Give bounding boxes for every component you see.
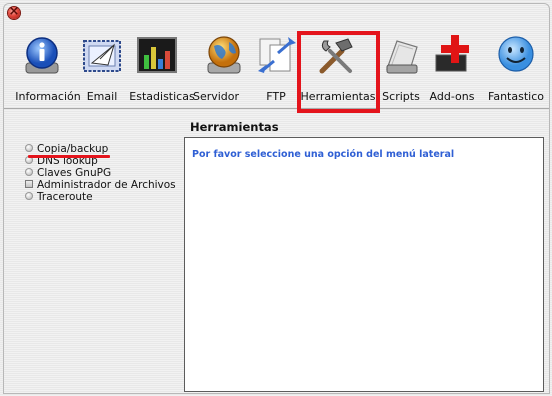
toolbar-item-scripts[interactable]: Scripts: [380, 22, 426, 108]
toolbar-label: Add-ons: [429, 90, 475, 103]
toolbar-label: FTP: [266, 90, 286, 103]
folder-bullet-icon: [25, 180, 33, 188]
sidebar-item-label: Claves GnuPG: [37, 167, 112, 179]
sidebar-item-traceroute[interactable]: Traceroute: [25, 191, 93, 203]
info-icon: [25, 37, 59, 74]
sidebar-item-label: Administrador de Archivos: [37, 179, 176, 191]
sidebar: Copia/backup DNS lookup Claves GnuPG Adm…: [4, 109, 182, 393]
smiley-icon: [498, 36, 534, 72]
toolbar-label: Estadisticas: [129, 90, 195, 103]
sidebar-item-copia-backup[interactable]: Copia/backup: [25, 143, 108, 155]
sidebar-item-label: Copia/backup: [37, 143, 109, 155]
ftp-transfer-icon: [258, 37, 296, 73]
toolbar: Información Email Estadisticas Servidor …: [4, 22, 549, 113]
toolbar-item-fantastico[interactable]: Fantastico: [484, 22, 548, 108]
radio-bullet-icon: [25, 192, 33, 200]
toolbar-item-email[interactable]: Email: [76, 22, 124, 108]
content-panel: Por favor seleccione una opción del menú…: [184, 137, 544, 392]
addons-plus-icon: [435, 35, 469, 72]
toolbar-label: Servidor: [192, 90, 240, 103]
title-bar: [4, 4, 549, 22]
toolbar-item-informacion[interactable]: Información: [12, 22, 81, 108]
statistics-icon: [137, 37, 177, 73]
server-globe-icon: [207, 36, 241, 74]
sidebar-item-administrador-archivos[interactable]: Administrador de Archivos: [25, 179, 176, 191]
sidebar-item-label: Traceroute: [37, 191, 93, 203]
toolbar-label: Fantastico: [488, 90, 544, 103]
radio-bullet-icon: [25, 144, 33, 152]
close-window-button[interactable]: [8, 4, 20, 19]
toolbar-label: Email: [86, 90, 118, 103]
toolbar-label: Información: [15, 90, 81, 103]
toolbar-label: Scripts: [382, 90, 420, 103]
tool-highlight-box: [297, 31, 380, 113]
app-window: Información Email Estadisticas: [3, 3, 550, 394]
toolbar-item-estadisticas[interactable]: Estadisticas: [124, 22, 195, 108]
email-icon: [83, 40, 121, 72]
instruction-message: Por favor seleccione una opción del menú…: [192, 149, 455, 160]
toolbar-item-servidor[interactable]: Servidor: [192, 22, 246, 108]
toolbar-item-ftp[interactable]: FTP: [250, 22, 296, 108]
scripts-icon: [386, 40, 418, 74]
annotation-underline: [28, 155, 110, 158]
sidebar-item-claves-gnupg[interactable]: Claves GnuPG: [25, 167, 111, 179]
page-title: Herramientas: [190, 120, 279, 134]
toolbar-item-addons[interactable]: Add-ons: [424, 22, 482, 108]
radio-bullet-icon: [25, 168, 33, 176]
